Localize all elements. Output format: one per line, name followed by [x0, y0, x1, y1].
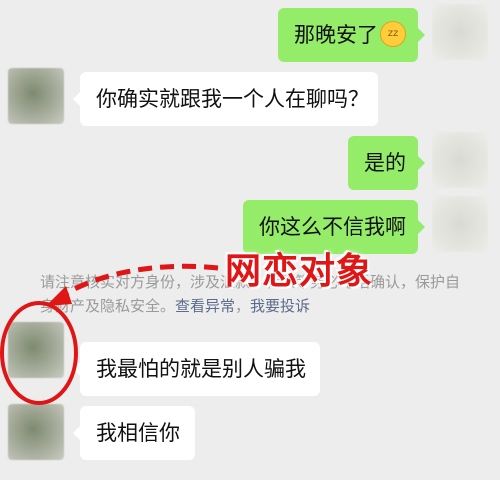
- annotation-label: 网恋对象: [225, 251, 374, 292]
- annotation-circle: [0, 301, 78, 405]
- annotation-dashed-arrow-path: [60, 263, 219, 299]
- arrowhead-icon: [46, 286, 72, 306]
- annotation-overlay: [0, 263, 219, 405]
